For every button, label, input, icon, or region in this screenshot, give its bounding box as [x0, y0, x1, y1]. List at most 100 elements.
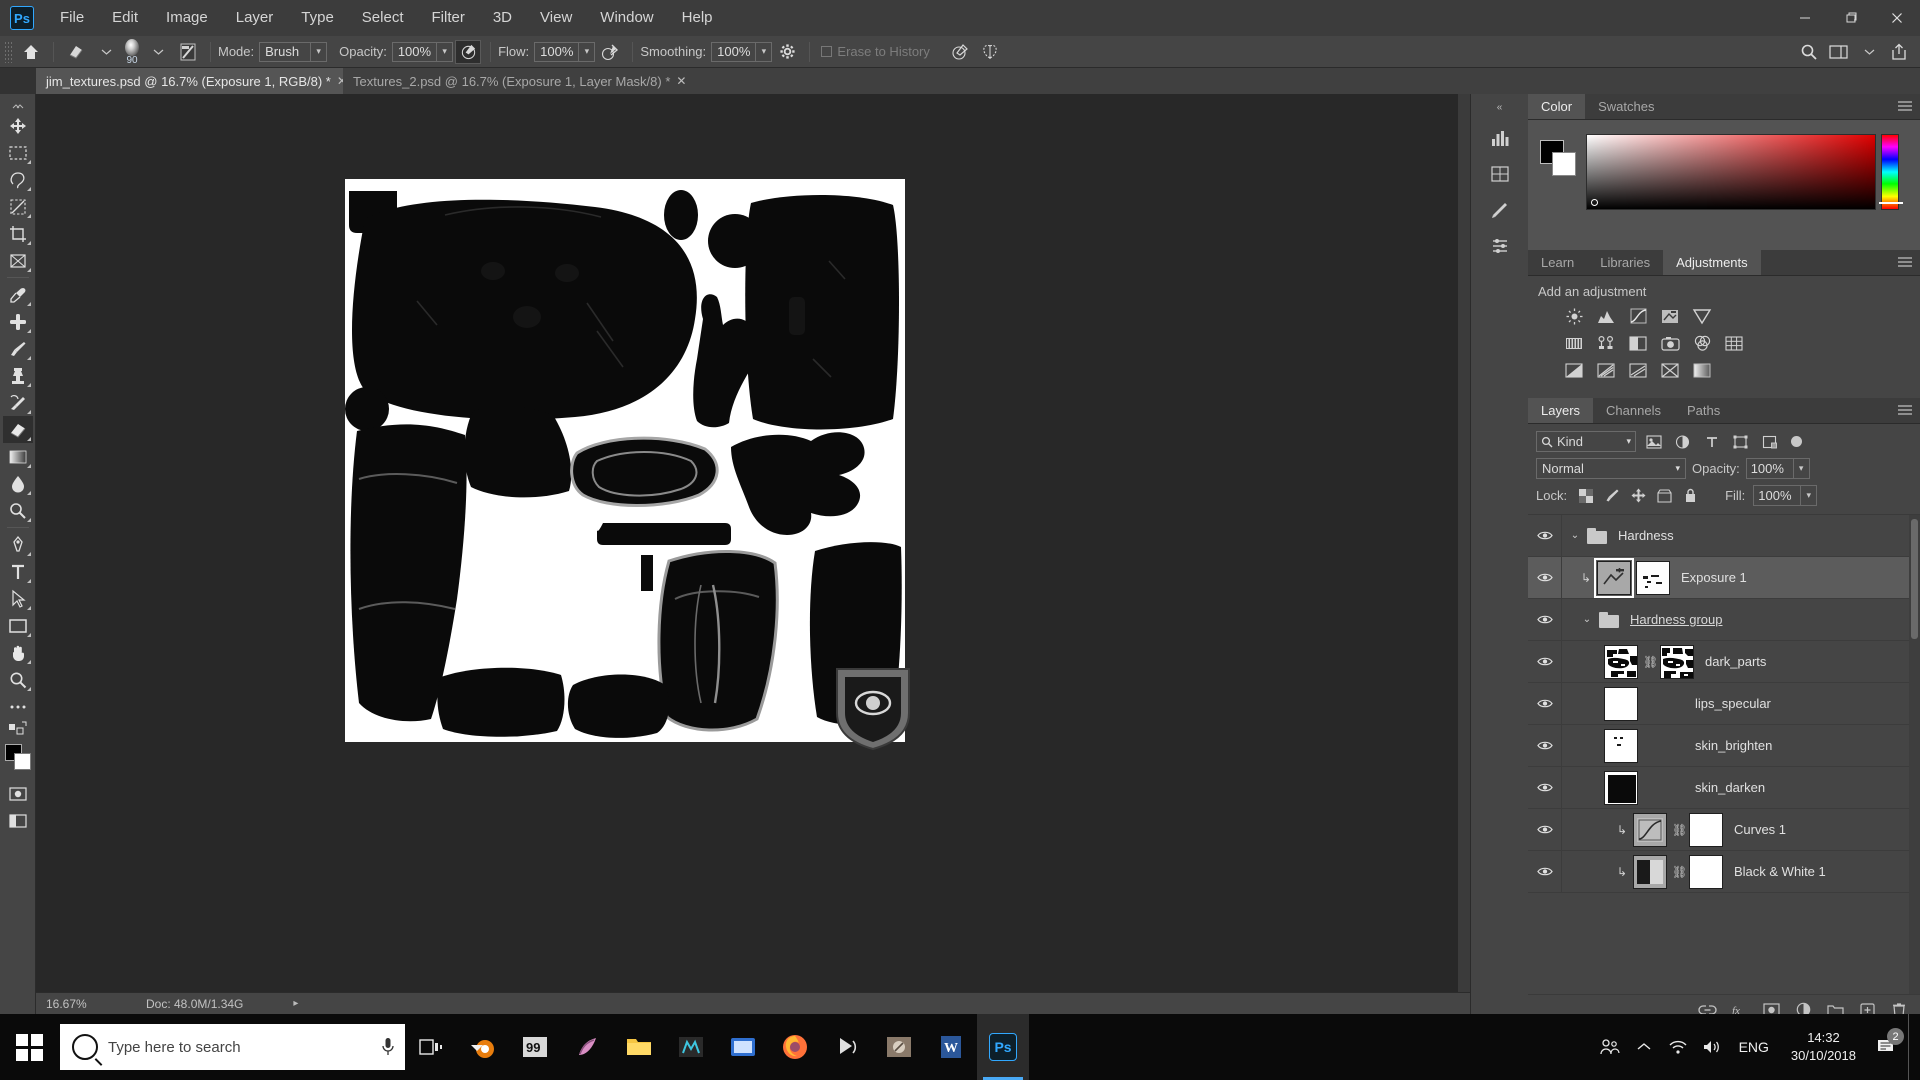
layer-fill-chevron-down-icon[interactable]: ▾ [1801, 485, 1818, 506]
channel-mixer-adjustment-icon[interactable] [1692, 334, 1712, 352]
curves-adjustment-icon[interactable] [1628, 307, 1648, 325]
layer-thumbnail-lips-specular[interactable] [1604, 686, 1638, 721]
background-color-swatch[interactable] [13, 753, 31, 770]
brush-settings-panel-icon[interactable] [175, 40, 201, 64]
flow-chevron-down-icon[interactable]: ▾ [579, 41, 596, 62]
layer-visibility-toggle-curves-1[interactable] [1528, 808, 1562, 851]
tool-dodge[interactable] [3, 497, 33, 524]
rail-icon-histogram[interactable] [1483, 123, 1517, 153]
lock-transparent-pixels-icon[interactable] [1575, 486, 1597, 506]
menu-filter[interactable]: Filter [418, 0, 479, 36]
tab-learn[interactable]: Learn [1528, 250, 1587, 275]
smoothing-value[interactable]: 100% [711, 41, 757, 62]
taskbar-photoshop[interactable]: Ps [977, 1014, 1029, 1080]
canvas-area[interactable] [36, 94, 1470, 1014]
filter-pixel-layers-icon[interactable] [1642, 431, 1665, 452]
filter-adjustment-layers-icon[interactable] [1671, 431, 1694, 452]
layer-body-curves-1[interactable]: ↳ ⛓ Curves 1 [1562, 809, 1920, 851]
tool-blur[interactable] [3, 470, 33, 497]
close-button[interactable] [1874, 0, 1920, 36]
tool-type[interactable] [3, 558, 33, 585]
gradient-map-adjustment-icon[interactable] [1692, 361, 1712, 379]
tool-rectangle[interactable] [3, 612, 33, 639]
microphone-icon[interactable] [371, 1037, 405, 1057]
lock-artboard-nesting-icon[interactable] [1653, 486, 1675, 506]
foreground-background-colors[interactable] [4, 744, 31, 770]
layer-row-hardness-group[interactable]: ⌄ Hardness group [1528, 598, 1920, 641]
menu-window[interactable]: Window [586, 0, 667, 36]
layer-row-skin-darken[interactable]: skin_darken [1528, 766, 1920, 809]
tab-layers[interactable]: Layers [1528, 398, 1594, 423]
layer-visibility-toggle-exposure[interactable] [1528, 556, 1562, 599]
layer-mask-thumbnail-exposure[interactable] [1636, 560, 1670, 595]
black-white-adjustment-icon[interactable] [1628, 334, 1648, 352]
layer-visibility-toggle-dark-parts[interactable] [1528, 640, 1562, 683]
group-disclosure-chevron-icon[interactable]: ⌄ [1568, 530, 1582, 541]
flow-select[interactable]: 100% ▾ [534, 41, 596, 62]
filter-shape-layers-icon[interactable] [1729, 431, 1752, 452]
notification-center-button[interactable]: 2 [1870, 1028, 1904, 1057]
hue-slider[interactable] [1879, 134, 1903, 210]
adjustments-panel-menu-icon[interactable] [1898, 256, 1912, 270]
layer-mask-thumbnail-black-white-1[interactable] [1689, 854, 1723, 889]
menu-view[interactable]: View [526, 0, 586, 36]
layer-visibility-toggle-skin-brighten[interactable] [1528, 724, 1562, 767]
layer-visibility-toggle-lips-specular[interactable] [1528, 682, 1562, 725]
document-tab-active[interactable]: jim_textures.psd @ 16.7% (Exposure 1, RG… [36, 68, 355, 94]
layer-thumbnail-curves-1[interactable] [1633, 812, 1667, 847]
taskbar-clock[interactable]: 14:32 30/10/2018 [1781, 1029, 1866, 1065]
rail-icon-brush-settings[interactable] [1483, 195, 1517, 225]
color-panel-swatches[interactable] [1540, 140, 1576, 176]
layer-mask-thumbnail-curves-1[interactable] [1689, 812, 1723, 847]
layer-thumbnail-dark-parts[interactable] [1604, 644, 1638, 679]
tools-panel-grip[interactable] [3, 100, 33, 112]
blend-mode-select[interactable]: Normal ▾ [1536, 458, 1686, 479]
menu-3d[interactable]: 3D [479, 0, 526, 36]
smoothing-select[interactable]: 100% ▾ [711, 41, 773, 62]
tool-zoom[interactable] [3, 666, 33, 693]
layer-row-dark-parts[interactable]: ⛓ dark_parts [1528, 640, 1920, 683]
layer-visibility-toggle-black-white-1[interactable] [1528, 850, 1562, 893]
collapse-panels-double-chevron-icon[interactable]: « [1497, 102, 1503, 113]
tool-hand[interactable] [3, 639, 33, 666]
opacity-chevron-down-icon[interactable]: ▾ [437, 41, 454, 62]
taskbar-vlc[interactable] [821, 1014, 873, 1080]
threshold-adjustment-icon[interactable] [1628, 361, 1648, 379]
status-chevron-right-icon[interactable]: ▸ [293, 998, 298, 1009]
layer-body-hardness[interactable]: ⌄ Hardness [1562, 515, 1920, 557]
tool-edit-toolbar-ellipsis-icon[interactable] [3, 693, 33, 720]
layer-body-skin-brighten[interactable]: skin_brighten [1562, 725, 1920, 767]
tab-swatches[interactable]: Swatches [1585, 94, 1667, 119]
layer-body-black-white-1[interactable]: ↳ ⛓ Black & White 1 [1562, 851, 1920, 893]
flow-value[interactable]: 100% [534, 41, 580, 62]
search-icon[interactable] [1796, 40, 1822, 64]
layer-filter-toggle[interactable] [1791, 436, 1802, 447]
tool-pen[interactable] [3, 531, 33, 558]
pressure-opacity-toggle[interactable] [455, 39, 482, 64]
menu-file[interactable]: File [46, 0, 98, 36]
document-canvas[interactable] [345, 179, 910, 751]
color-panel-menu-icon[interactable] [1898, 100, 1912, 114]
layer-body-skin-darken[interactable]: skin_darken [1562, 767, 1920, 809]
vibrance-adjustment-icon[interactable] [1692, 307, 1712, 325]
layer-visibility-toggle-skin-darken[interactable] [1528, 766, 1562, 809]
chevron-up-icon[interactable] [1629, 1042, 1659, 1052]
tab-color[interactable]: Color [1528, 94, 1586, 119]
color-lookup-adjustment-icon[interactable] [1724, 334, 1744, 352]
tool-crop[interactable] [3, 220, 33, 247]
lock-position-icon[interactable] [1627, 486, 1649, 506]
smoothing-gear-icon[interactable] [774, 40, 800, 64]
tab-adjustments[interactable]: Adjustments [1663, 250, 1761, 275]
search-input[interactable]: Type here to search [108, 1039, 371, 1056]
tool-preset-picker[interactable] [18, 40, 44, 64]
layer-mask-thumbnail-dark-parts[interactable] [1660, 644, 1694, 679]
brightness-contrast-adjustment-icon[interactable] [1564, 307, 1584, 325]
tool-frame[interactable] [3, 247, 33, 274]
tool-gradient[interactable] [3, 443, 33, 470]
erase-to-history-box-icon[interactable] [821, 46, 833, 57]
lock-image-pixels-icon[interactable] [1601, 486, 1623, 506]
layer-row-curves-1[interactable]: ↳ ⛓ Curves 1 [1528, 808, 1920, 851]
tool-screen-mode[interactable] [3, 807, 33, 834]
taskbar-firefox[interactable] [769, 1014, 821, 1080]
close-icon-2[interactable]: ✕ [676, 74, 686, 88]
